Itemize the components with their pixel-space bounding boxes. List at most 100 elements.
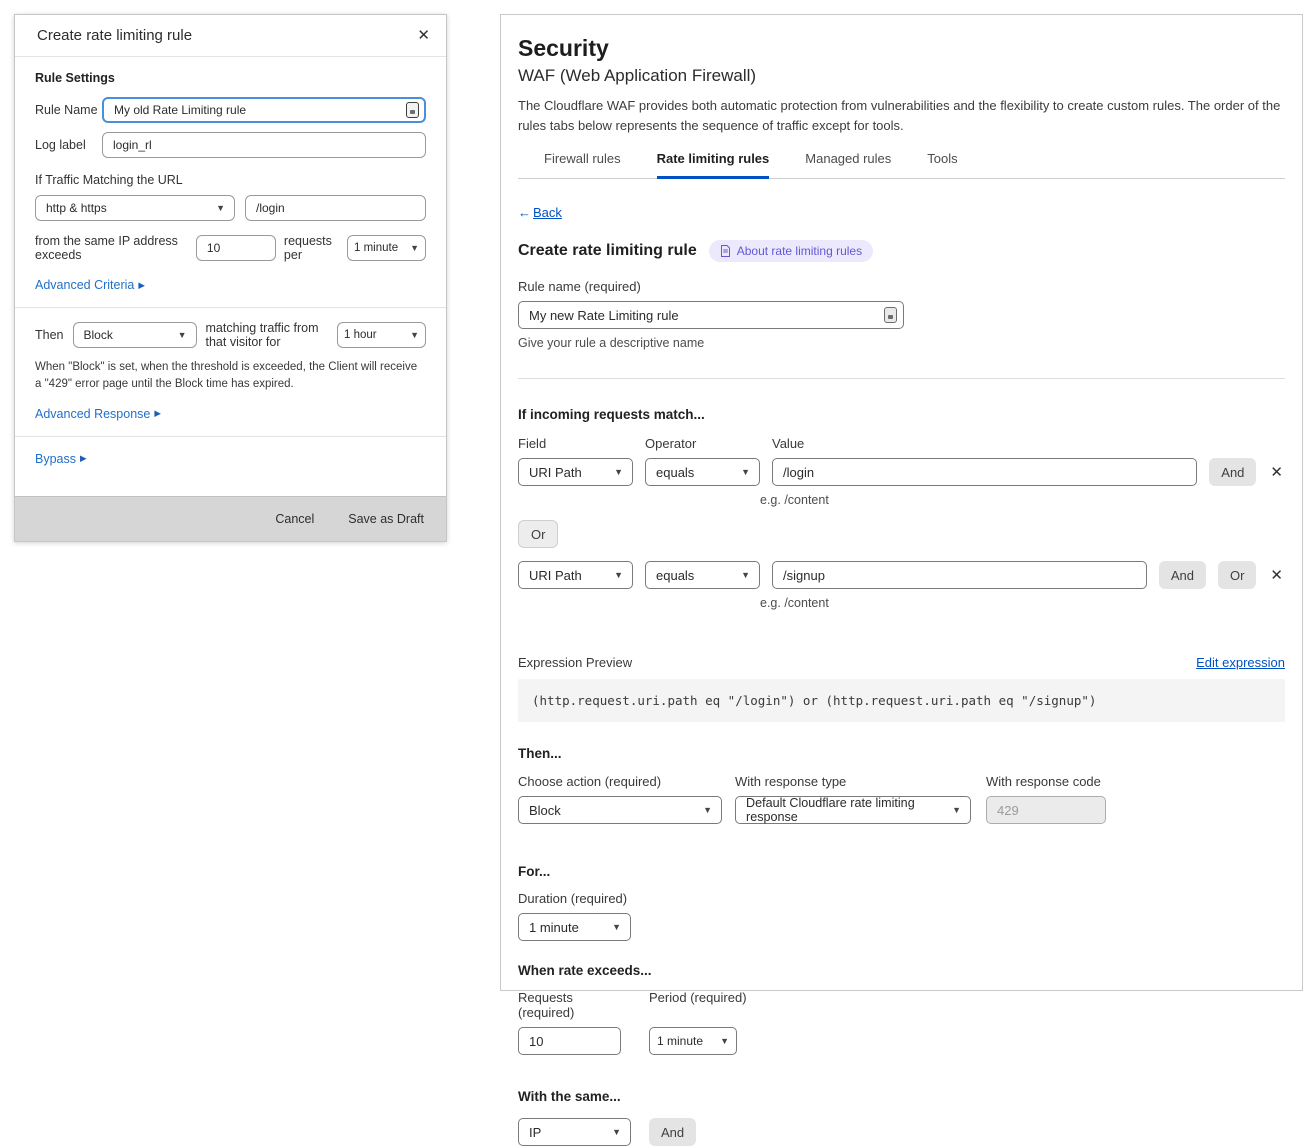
matching-text: matching traffic from that visitor for [206, 321, 329, 349]
same-section-title: With the same... [518, 1089, 1285, 1104]
page-subtitle: WAF (Web Application Firewall) [518, 66, 1285, 86]
chevron-down-icon: ▼ [216, 204, 225, 213]
tab-firewall-rules[interactable]: Firewall rules [544, 151, 621, 179]
create-rate-limiting-rule-dialog: Create rate limiting rule ✕ Rule Setting… [14, 14, 447, 542]
chevron-down-icon: ▼ [614, 571, 623, 580]
rule-name-help: Give your rule a descriptive name [518, 336, 1285, 350]
chevron-down-icon: ▼ [741, 468, 750, 477]
dialog-title: Create rate limiting rule [37, 27, 192, 44]
operator-column-label: Operator [645, 436, 760, 451]
value-hint-1: e.g. /content [760, 493, 1285, 507]
and-characteristic-button[interactable]: And [649, 1118, 696, 1146]
tab-bar: Firewall rules Rate limiting rules Manag… [518, 151, 1285, 179]
then-row: Then Block ▼ matching traffic from that … [35, 321, 426, 349]
log-label-row: Log label [35, 132, 426, 158]
value-input-2[interactable] [772, 561, 1147, 589]
chevron-down-icon: ▼ [703, 806, 712, 815]
threshold-row: from the same IP address exceeds request… [35, 234, 426, 262]
chevron-down-icon: ▼ [410, 331, 419, 340]
divider [15, 436, 446, 437]
back-link[interactable]: ← Back [518, 205, 562, 220]
chevron-down-icon: ▼ [952, 806, 961, 815]
match-row-2: URI Path ▼ equals ▼ And Or ✕ [518, 561, 1285, 589]
rate-section-title: When rate exceeds... [518, 963, 1285, 978]
dialog-header: Create rate limiting rule ✕ [15, 15, 446, 57]
choose-action-label: Choose action (required) [518, 774, 735, 789]
period-label: Period (required) [649, 990, 747, 1020]
remove-row-icon[interactable]: ✕ [1268, 463, 1285, 481]
url-match-row: http & https ▼ [35, 195, 426, 221]
divider [15, 307, 446, 308]
expression-code: (http.request.uri.path eq "/login") or (… [518, 679, 1285, 722]
chevron-down-icon: ▼ [612, 923, 621, 932]
period-select[interactable]: 1 minute ▼ [347, 235, 426, 261]
chevron-down-icon: ▼ [614, 468, 623, 477]
operator-select-2[interactable]: equals ▼ [645, 561, 760, 589]
action-select[interactable]: Block ▼ [73, 322, 197, 348]
requests-label: Requests (required) [518, 990, 621, 1020]
cancel-button[interactable]: Cancel [275, 512, 314, 526]
action-select[interactable]: Block ▼ [518, 796, 722, 824]
tab-tools[interactable]: Tools [927, 151, 957, 179]
tab-rate-limiting-rules[interactable]: Rate limiting rules [657, 151, 770, 179]
rule-settings-heading: Rule Settings [35, 71, 426, 85]
rule-name-input[interactable] [102, 97, 426, 123]
or-connector-button[interactable]: Or [518, 520, 558, 548]
operator-select-1[interactable]: equals ▼ [645, 458, 760, 486]
tab-managed-rules[interactable]: Managed rules [805, 151, 891, 179]
edit-expression-link[interactable]: Edit expression [1196, 655, 1285, 670]
field-select-2[interactable]: URI Path ▼ [518, 561, 633, 589]
triangle-right-icon: ▶ [138, 280, 145, 291]
dialog-footer: Cancel Save as Draft [15, 496, 446, 541]
password-manager-icon[interactable] [406, 102, 419, 118]
then-section-title: Then... [518, 746, 1285, 761]
left-arrow-icon: ← [518, 205, 531, 220]
requests-input[interactable] [518, 1027, 621, 1055]
response-type-select[interactable]: Default Cloudflare rate limiting respons… [735, 796, 971, 824]
remove-row-icon[interactable]: ✕ [1268, 566, 1285, 584]
response-code-input [986, 796, 1106, 824]
and-button-row-2[interactable]: And [1159, 561, 1206, 589]
exceeds-text: from the same IP address exceeds [35, 234, 188, 262]
value-column-label: Value [772, 436, 1285, 451]
url-input[interactable] [245, 195, 426, 221]
match-row-1: URI Path ▼ equals ▼ And ✕ [518, 458, 1285, 486]
bypass-link[interactable]: Bypass ▶ [35, 452, 87, 466]
advanced-response-link[interactable]: Advanced Response ▶ [35, 407, 161, 421]
requests-per-text: requests per [284, 234, 339, 262]
same-characteristic-select[interactable]: IP ▼ [518, 1118, 631, 1146]
and-button-row-1[interactable]: And [1209, 458, 1256, 486]
response-type-label: With response type [735, 774, 986, 789]
block-note: When "Block" is set, when the threshold … [35, 359, 426, 394]
scheme-select[interactable]: http & https ▼ [35, 195, 235, 221]
rule-name-label: Rule Name [35, 103, 102, 117]
log-label-label: Log label [35, 138, 102, 152]
save-as-draft-button[interactable]: Save as Draft [348, 512, 424, 526]
expression-preview-label: Expression Preview [518, 655, 632, 670]
chevron-down-icon: ▼ [178, 331, 187, 340]
duration-select[interactable]: 1 minute ▼ [518, 913, 631, 941]
value-input-1[interactable] [772, 458, 1197, 486]
log-label-input[interactable] [102, 132, 426, 158]
divider [518, 378, 1285, 379]
password-manager-icon[interactable] [884, 307, 897, 323]
create-rule-heading: Create rate limiting rule [518, 242, 697, 260]
document-icon [720, 245, 731, 257]
requests-count-input[interactable] [196, 235, 276, 261]
rule-name-row: Rule Name [35, 97, 426, 123]
page-title: Security [518, 35, 1285, 62]
close-icon[interactable]: ✕ [417, 28, 430, 43]
rate-period-select[interactable]: 1 minute ▼ [649, 1027, 737, 1055]
advanced-criteria-link[interactable]: Advanced Criteria ▶ [35, 278, 145, 292]
rule-name-label: Rule name (required) [518, 279, 1285, 294]
about-rate-limiting-badge[interactable]: About rate limiting rules [709, 240, 873, 262]
or-button-row-2[interactable]: Or [1218, 561, 1256, 589]
rule-name-input[interactable] [518, 301, 904, 329]
block-duration-select[interactable]: 1 hour ▼ [337, 322, 426, 348]
match-section-title: If incoming requests match... [518, 407, 1285, 422]
field-select-1[interactable]: URI Path ▼ [518, 458, 633, 486]
dialog-body: Rule Settings Rule Name Log label If Tra… [15, 57, 446, 486]
page-description: The Cloudflare WAF provides both automat… [518, 96, 1284, 135]
then-label: Then [35, 328, 64, 342]
triangle-right-icon: ▶ [80, 453, 87, 464]
